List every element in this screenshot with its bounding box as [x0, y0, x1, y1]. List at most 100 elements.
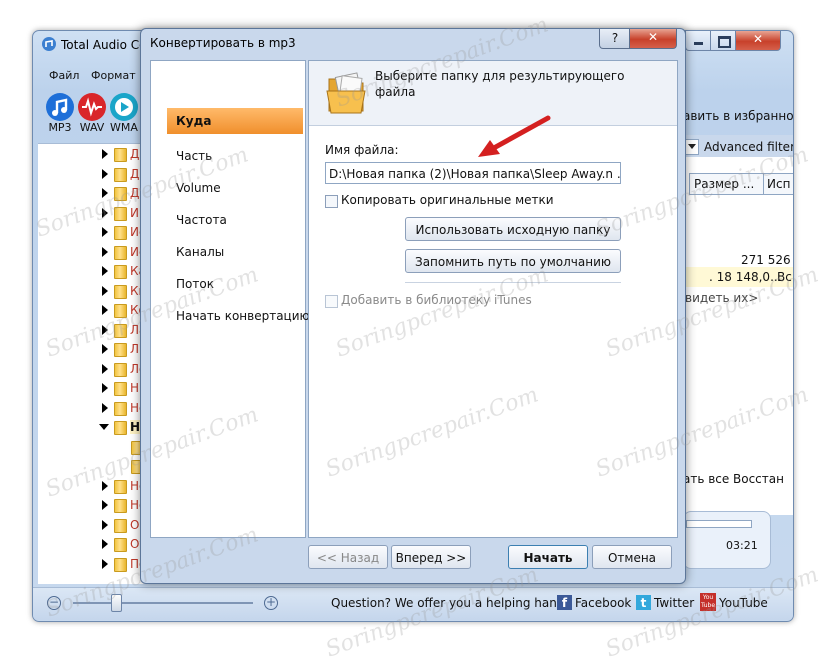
- expand-arrow-icon[interactable]: [102, 207, 108, 218]
- zoom-in-icon[interactable]: +: [264, 596, 278, 610]
- tree-item[interactable]: Ис: [38, 244, 146, 260]
- expand-arrow-icon[interactable]: [102, 383, 108, 393]
- folder-icon: [326, 72, 366, 114]
- tree-item[interactable]: Кн: [38, 283, 146, 299]
- zoom-slider-track[interactable]: [73, 602, 253, 604]
- tree-item[interactable]: Оп: [38, 517, 147, 533]
- facebook-icon[interactable]: f: [557, 595, 572, 610]
- step-destination[interactable]: Куда: [167, 108, 303, 134]
- twitter-link[interactable]: Twitter: [654, 596, 694, 610]
- expand-arrow-icon[interactable]: [102, 344, 108, 354]
- copy-tags-checkbox[interactable]: [325, 195, 338, 208]
- add-to-favorites[interactable]: авить в избранное: [683, 109, 793, 123]
- dropdown-toggle[interactable]: [685, 139, 699, 155]
- mp3-format-button[interactable]: [46, 93, 74, 121]
- tree-item[interactable]: Ис: [38, 224, 146, 240]
- collapse-arrow-icon[interactable]: [99, 424, 109, 430]
- expand-arrow-icon[interactable]: [102, 168, 108, 179]
- tree-item[interactable]: Но: [38, 400, 146, 416]
- expand-arrow-icon[interactable]: [102, 402, 108, 413]
- back-button[interactable]: << Назад: [308, 545, 388, 569]
- size-value: 271 526: [741, 253, 791, 267]
- tree-item[interactable]: Ка: [38, 263, 146, 279]
- menu-format[interactable]: Формат: [91, 69, 136, 82]
- advanced-filter-link[interactable]: Advanced filter: [704, 140, 793, 154]
- wma-format-button[interactable]: [110, 93, 138, 121]
- tree-item[interactable]: Ко: [38, 302, 146, 318]
- tree-item[interactable]: Др: [38, 185, 147, 201]
- zoom-out-icon[interactable]: −: [47, 596, 61, 610]
- tree-item[interactable]: По: [38, 556, 146, 572]
- tree-item[interactable]: Но: [38, 478, 146, 494]
- zoom-slider-thumb[interactable]: [111, 594, 122, 612]
- step-instruction: Выберите папку для результирующего файла: [375, 69, 625, 99]
- filename-field[interactable]: D:\Новая папка (2)\Новая папка\Sleep Awa…: [325, 162, 621, 184]
- facebook-link[interactable]: Facebook: [575, 596, 631, 610]
- tree-item[interactable]: [38, 439, 144, 455]
- step-bitrate[interactable]: Поток: [176, 277, 214, 291]
- cancel-button[interactable]: Отмена: [592, 545, 672, 569]
- column-size[interactable]: Размер ...: [689, 173, 767, 195]
- wav-format-button[interactable]: [78, 93, 106, 121]
- tree-item[interactable]: [38, 458, 144, 474]
- dialog-close-button[interactable]: ✕: [629, 29, 677, 49]
- tree-item[interactable]: ИГ: [38, 205, 146, 221]
- select-all-button[interactable]: ать все: [683, 472, 729, 486]
- copy-tags-label[interactable]: Копировать оригинальные метки: [341, 193, 554, 207]
- column-other[interactable]: Исп: [763, 173, 793, 195]
- expand-arrow-icon[interactable]: [102, 519, 108, 530]
- expand-arrow-icon[interactable]: [102, 324, 108, 335]
- expand-arrow-icon[interactable]: [102, 266, 108, 276]
- expand-arrow-icon[interactable]: [102, 558, 108, 569]
- step-start-conversion[interactable]: Начать конвертацию: [176, 309, 310, 323]
- use-source-folder-button[interactable]: Использовать исходную папку: [405, 217, 621, 241]
- folder-icon: [114, 304, 127, 318]
- expand-arrow-icon[interactable]: [102, 246, 108, 257]
- folder-icon: [114, 499, 127, 513]
- progress-bar[interactable]: [686, 520, 752, 528]
- folder-tree[interactable]: Дж Дж Др ИГ Ис Ис Ка Кн Ко Ла Ли Ло Ни Но Но Но Но Оп От По: [38, 143, 148, 584]
- folder-icon: [114, 187, 127, 201]
- expand-arrow-icon[interactable]: [102, 500, 108, 510]
- youtube-link[interactable]: YouTube: [719, 596, 768, 610]
- tree-item[interactable]: Ло: [38, 361, 146, 377]
- expand-arrow-icon[interactable]: [102, 188, 108, 198]
- minimize-button[interactable]: [685, 31, 711, 51]
- help-button[interactable]: ?: [599, 29, 631, 49]
- tree-item[interactable]: Но: [38, 497, 146, 513]
- start-button[interactable]: Начать: [508, 545, 588, 569]
- tree-item[interactable]: Ли: [38, 341, 147, 357]
- expand-arrow-icon[interactable]: [102, 480, 108, 491]
- expand-arrow-icon[interactable]: [102, 227, 108, 237]
- selected-row[interactable]: . 18 148,0... Вс: [683, 267, 793, 287]
- tree-item[interactable]: Ла: [38, 322, 146, 338]
- step-channels[interactable]: Каналы: [176, 245, 224, 259]
- restore-button[interactable]: Восстан: [733, 472, 784, 486]
- see-them-link[interactable]: видеть их>: [685, 291, 758, 305]
- expand-arrow-icon[interactable]: [102, 539, 108, 549]
- twitter-icon[interactable]: t: [636, 595, 651, 610]
- tree-item[interactable]: Но: [38, 419, 148, 435]
- next-button[interactable]: Вперед >>: [391, 545, 471, 569]
- expand-arrow-icon[interactable]: [102, 305, 108, 315]
- tree-item[interactable]: От: [38, 536, 146, 552]
- dialog-title: Конвертировать в mp3: [150, 36, 296, 50]
- step-frequency[interactable]: Частота: [176, 213, 227, 227]
- remember-default-path-button[interactable]: Запомнить путь по умолчанию: [405, 249, 621, 273]
- itunes-checkbox[interactable]: [325, 295, 338, 308]
- tree-item[interactable]: Дж: [38, 146, 148, 162]
- maximize-button[interactable]: [710, 31, 736, 51]
- maximize-icon: [718, 36, 731, 48]
- tree-item[interactable]: Дж: [38, 166, 148, 182]
- expand-arrow-icon[interactable]: [102, 149, 108, 159]
- expand-arrow-icon[interactable]: [102, 285, 108, 296]
- expand-arrow-icon[interactable]: [102, 363, 108, 374]
- step-part[interactable]: Часть: [176, 149, 212, 163]
- step-volume[interactable]: Volume: [176, 181, 221, 195]
- youtube-icon[interactable]: You Tube: [700, 593, 716, 611]
- play-icon: [115, 98, 133, 116]
- tree-item[interactable]: Ни: [38, 380, 147, 396]
- app-close-button[interactable]: ✕: [735, 31, 781, 51]
- menu-file[interactable]: Файл: [49, 69, 79, 82]
- itunes-label[interactable]: Добавить в библиотеку iTunes: [341, 293, 532, 307]
